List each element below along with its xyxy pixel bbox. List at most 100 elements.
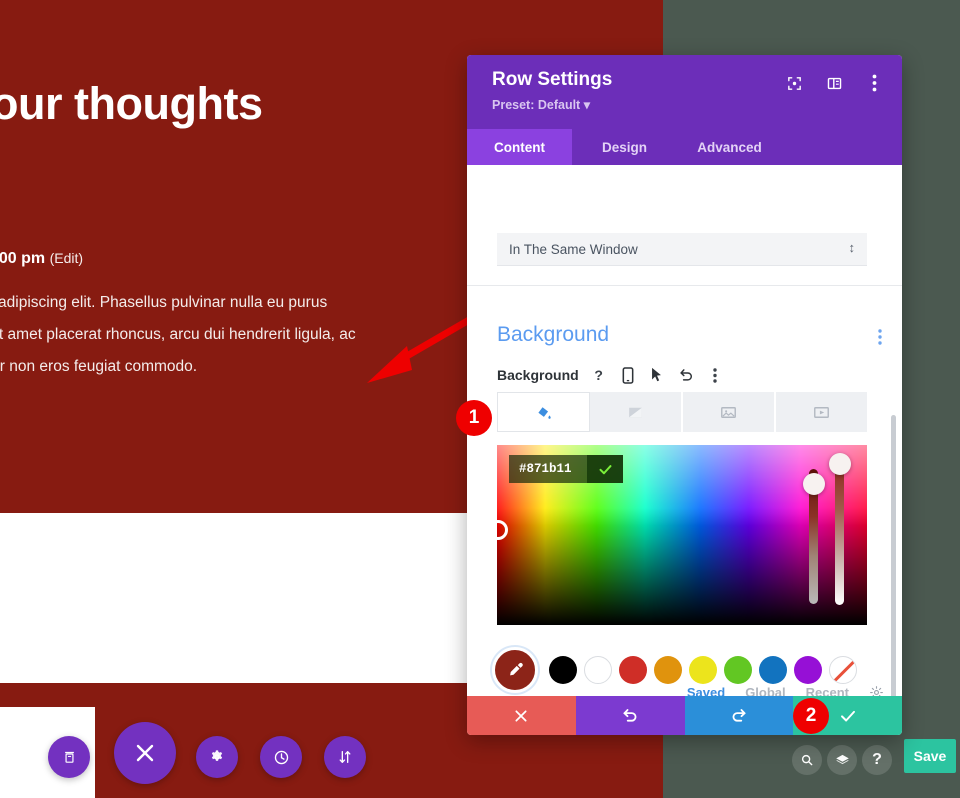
annotation-badge-1: 1 — [456, 400, 492, 436]
hex-value-field[interactable]: #871b11 — [509, 455, 623, 483]
swatch-green[interactable] — [724, 656, 752, 684]
redo-button[interactable] — [684, 696, 794, 735]
hex-confirm-button[interactable] — [587, 455, 623, 483]
swatch-purple[interactable] — [794, 656, 822, 684]
background-color-tab[interactable] — [497, 392, 590, 432]
tab-advanced[interactable]: Advanced — [677, 129, 782, 165]
chevron-down-icon: ▾ — [583, 98, 590, 112]
search-button[interactable] — [792, 745, 822, 775]
save-page-button[interactable]: Save — [904, 739, 956, 773]
modal-header-actions — [784, 73, 884, 93]
editor-utility-bar: ? Save — [770, 735, 960, 798]
hex-value-text: #871b11 — [519, 462, 572, 476]
reorder-button[interactable] — [324, 736, 366, 778]
alpha-slider[interactable] — [835, 457, 844, 605]
background-video-tab[interactable] — [776, 392, 867, 432]
color-picker-area[interactable]: #871b11 — [488, 445, 867, 625]
modal-scrollbar[interactable] — [891, 415, 896, 696]
eyedropper-swatch[interactable] — [492, 647, 538, 693]
close-icon — [136, 744, 154, 762]
link-target-select[interactable]: In The Same Window ↕ — [497, 233, 867, 266]
color-settings-button[interactable] — [869, 685, 884, 696]
save-page-label: Save — [913, 748, 947, 764]
modal-title: Row Settings — [492, 69, 613, 90]
clock-history-icon — [274, 750, 288, 764]
gradient-icon — [629, 407, 642, 417]
modal-preset-label: Preset: Default — [492, 98, 581, 112]
row-settings-modal: Row Settings Preset: Default ▾ Content D… — [467, 55, 902, 735]
link-target-value: In The Same Window — [509, 241, 638, 257]
tab-design-label: Design — [601, 139, 647, 155]
page-title: e your thoughts — [0, 78, 263, 129]
fullscreen-button[interactable] — [784, 73, 804, 93]
tab-content[interactable]: Content — [467, 129, 572, 165]
help-button[interactable]: ? — [862, 745, 892, 775]
cancel-button[interactable] — [467, 696, 576, 735]
picker-selection-handle[interactable] — [488, 520, 508, 540]
image-icon — [721, 406, 736, 418]
post-meta: : 12:00 pm (Edit) — [0, 250, 83, 268]
swatch-blue[interactable] — [759, 656, 787, 684]
sort-arrows-icon — [339, 751, 351, 763]
close-editor-button[interactable] — [114, 722, 176, 784]
trash-icon — [64, 751, 74, 763]
background-gradient-tab[interactable] — [590, 392, 683, 432]
help-icon-glyph: ? — [594, 367, 603, 383]
undo-icon — [623, 708, 637, 722]
swatch-black[interactable] — [549, 656, 577, 684]
modal-preset-selector[interactable]: Preset: Default ▾ — [492, 97, 590, 112]
delete-button[interactable] — [48, 736, 90, 778]
search-icon — [801, 754, 813, 766]
tab-advanced-label: Advanced — [697, 139, 762, 155]
swatch-orange[interactable] — [654, 656, 682, 684]
color-source-global[interactable]: Global — [745, 685, 785, 696]
modal-header: Row Settings Preset: Default ▾ — [467, 55, 902, 129]
swatch-transparent[interactable] — [829, 656, 857, 684]
reset-undo-icon[interactable] — [677, 366, 695, 384]
modal-tab-bar: Content Design Advanced — [467, 129, 902, 165]
history-button[interactable] — [260, 736, 302, 778]
color-source-saved[interactable]: Saved — [687, 685, 725, 696]
check-icon — [840, 710, 855, 721]
section-divider — [467, 285, 902, 286]
modal-footer — [467, 696, 902, 735]
background-field-header: Background ? — [497, 366, 724, 384]
close-icon — [515, 709, 527, 722]
hue-slider-handle[interactable] — [803, 473, 825, 495]
screenshot-root: e your thoughts : 12:00 pm (Edit) nsecte… — [0, 0, 960, 798]
swatch-white[interactable] — [584, 656, 612, 684]
layers-icon — [835, 754, 849, 764]
help-icon[interactable]: ? — [590, 366, 608, 384]
color-source-recent[interactable]: Recent — [806, 685, 849, 696]
background-type-tabs — [497, 392, 867, 432]
swatch-yellow[interactable] — [689, 656, 717, 684]
modal-body: In The Same Window ↕ Background Backgrou… — [467, 165, 902, 696]
background-image-tab[interactable] — [683, 392, 776, 432]
responsive-phone-icon[interactable] — [619, 366, 637, 384]
modal-menu-button[interactable] — [864, 73, 884, 93]
kebab-menu-icon — [872, 74, 876, 92]
check-icon — [599, 464, 611, 474]
help-label: ? — [872, 751, 882, 768]
background-section-menu[interactable] — [878, 329, 882, 348]
swatch-red[interactable] — [619, 656, 647, 684]
background-section-title[interactable]: Background — [497, 323, 609, 347]
eyedropper-icon — [510, 662, 523, 676]
kebab-menu-icon[interactable] — [706, 366, 724, 384]
hover-cursor-icon[interactable] — [648, 366, 666, 384]
kebab-menu-icon — [878, 329, 882, 345]
chevron-updown-icon: ↕ — [848, 240, 856, 255]
redo-icon — [732, 708, 746, 722]
layout-columns-icon — [827, 77, 841, 89]
tab-design[interactable]: Design — [572, 129, 677, 165]
gear-icon — [211, 750, 223, 761]
annotation-badge-2: 2 — [793, 698, 829, 734]
layers-button[interactable] — [827, 745, 857, 775]
layout-toggle-button[interactable] — [824, 73, 844, 93]
background-field-label: Background — [497, 367, 579, 383]
undo-button[interactable] — [575, 696, 685, 735]
settings-button[interactable] — [196, 736, 238, 778]
paint-bucket-icon — [538, 406, 551, 419]
alpha-slider-handle[interactable] — [829, 453, 851, 475]
post-edit-link[interactable]: (Edit) — [50, 250, 83, 266]
